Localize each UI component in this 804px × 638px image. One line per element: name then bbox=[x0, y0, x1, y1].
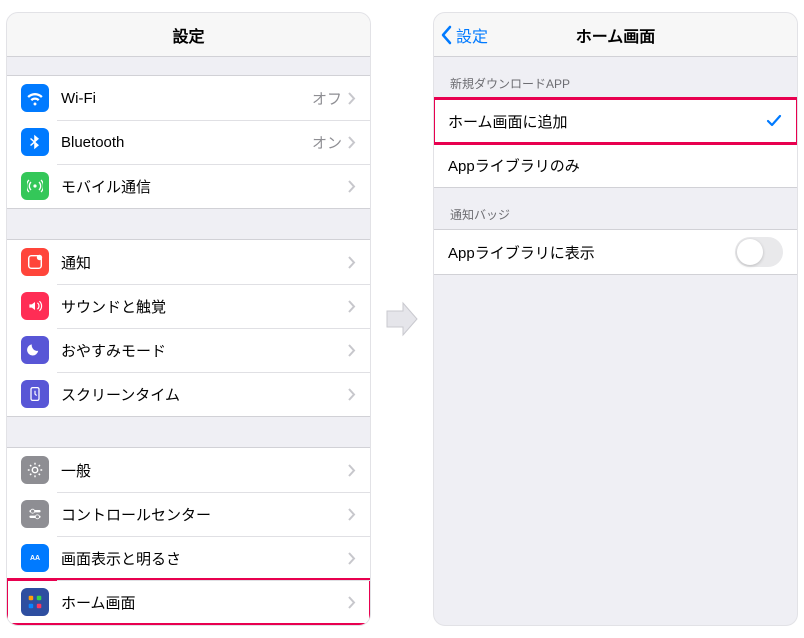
row-label: ホーム画面 bbox=[61, 592, 348, 613]
chevron-left-icon bbox=[440, 25, 454, 45]
chevron-right-icon bbox=[348, 180, 356, 193]
option-label: Appライブラリのみ bbox=[448, 155, 783, 176]
header: 設定 ホーム画面 bbox=[434, 13, 797, 57]
row-label: 画面表示と明るさ bbox=[61, 548, 348, 569]
wifi-icon bbox=[21, 84, 49, 112]
settings-row-cellular[interactable]: モバイル通信 bbox=[7, 164, 370, 208]
settings-group: 一般コントロールセンターAA画面表示と明るさホーム画面アクセシビリティ壁紙 bbox=[7, 447, 370, 625]
page-title: ホーム画面 bbox=[576, 23, 656, 47]
settings-row-notification[interactable]: 通知 bbox=[7, 240, 370, 284]
homescreen-icon bbox=[21, 588, 49, 616]
dnd-icon bbox=[21, 336, 49, 364]
option-app-library-only[interactable]: Appライブラリのみ bbox=[434, 143, 797, 187]
row-label: 一般 bbox=[61, 460, 348, 481]
settings-list: Wi-FiオフBluetoothオンモバイル通信通知サウンドと触覚おやすみモード… bbox=[7, 57, 370, 625]
chevron-right-icon bbox=[348, 136, 356, 149]
chevron-right-icon bbox=[348, 464, 356, 477]
header: 設定 bbox=[7, 13, 370, 57]
chevron-right-icon bbox=[348, 552, 356, 565]
row-label: Bluetooth bbox=[61, 134, 312, 151]
settings-row-homescreen[interactable]: ホーム画面 bbox=[7, 580, 370, 624]
settings-group: Wi-FiオフBluetoothオンモバイル通信 bbox=[7, 75, 370, 209]
settings-row-sound[interactable]: サウンドと触覚 bbox=[7, 284, 370, 328]
svg-text:AA: AA bbox=[30, 555, 40, 562]
row-label: サウンドと触覚 bbox=[61, 296, 348, 317]
row-label: スクリーンタイム bbox=[61, 384, 348, 405]
transition-arrow-icon bbox=[383, 297, 421, 341]
row-label: Wi-Fi bbox=[61, 90, 312, 107]
settings-row-accessibility[interactable]: アクセシビリティ bbox=[7, 624, 370, 625]
controlcenter-icon bbox=[21, 500, 49, 528]
back-button[interactable]: 設定 bbox=[440, 23, 488, 47]
settings-row-screentime[interactable]: スクリーンタイム bbox=[7, 372, 370, 416]
option-add-to-home[interactable]: ホーム画面に追加 bbox=[434, 99, 797, 143]
toggle-show-in-library[interactable]: Appライブラリに表示 bbox=[434, 230, 797, 274]
section-header-badges: 通知バッジ bbox=[434, 188, 797, 229]
notification-icon bbox=[21, 248, 49, 276]
badge-group: Appライブラリに表示 bbox=[434, 229, 797, 275]
page-title: 設定 bbox=[172, 23, 204, 47]
check-icon bbox=[765, 112, 783, 130]
toggle-switch[interactable] bbox=[735, 237, 783, 267]
settings-group: 通知サウンドと触覚おやすみモードスクリーンタイム bbox=[7, 239, 370, 417]
cellular-icon bbox=[21, 172, 49, 200]
chevron-right-icon bbox=[348, 92, 356, 105]
settings-row-bluetooth[interactable]: Bluetoothオン bbox=[7, 120, 370, 164]
chevron-right-icon bbox=[348, 256, 356, 269]
homescreen-settings-screen: 設定 ホーム画面 新規ダウンロードAPP ホーム画面に追加 Appライブラリのみ… bbox=[433, 12, 798, 626]
row-label: コントロールセンター bbox=[61, 504, 348, 525]
settings-row-wifi[interactable]: Wi-Fiオフ bbox=[7, 76, 370, 120]
chevron-right-icon bbox=[348, 508, 356, 521]
screentime-icon bbox=[21, 380, 49, 408]
bluetooth-icon bbox=[21, 128, 49, 156]
row-value: オフ bbox=[312, 88, 342, 109]
settings-row-general[interactable]: 一般 bbox=[7, 448, 370, 492]
row-label: 通知 bbox=[61, 252, 348, 273]
row-value: オン bbox=[312, 132, 342, 153]
settings-screen: 設定 Wi-FiオフBluetoothオンモバイル通信通知サウンドと触覚おやすみ… bbox=[6, 12, 371, 626]
sound-icon bbox=[21, 292, 49, 320]
general-icon bbox=[21, 456, 49, 484]
chevron-right-icon bbox=[348, 388, 356, 401]
display-icon: AA bbox=[21, 544, 49, 572]
chevron-right-icon bbox=[348, 596, 356, 609]
row-label: おやすみモード bbox=[61, 340, 348, 361]
section-header-new-downloads: 新規ダウンロードAPP bbox=[434, 57, 797, 98]
option-label: ホーム画面に追加 bbox=[448, 111, 765, 132]
new-download-group: ホーム画面に追加 Appライブラリのみ bbox=[434, 98, 797, 188]
back-label: 設定 bbox=[456, 23, 488, 47]
toggle-label: Appライブラリに表示 bbox=[448, 242, 735, 263]
settings-row-dnd[interactable]: おやすみモード bbox=[7, 328, 370, 372]
chevron-right-icon bbox=[348, 300, 356, 313]
settings-row-controlcenter[interactable]: コントロールセンター bbox=[7, 492, 370, 536]
settings-row-display[interactable]: AA 画面表示と明るさ bbox=[7, 536, 370, 580]
row-label: モバイル通信 bbox=[61, 176, 348, 197]
chevron-right-icon bbox=[348, 344, 356, 357]
